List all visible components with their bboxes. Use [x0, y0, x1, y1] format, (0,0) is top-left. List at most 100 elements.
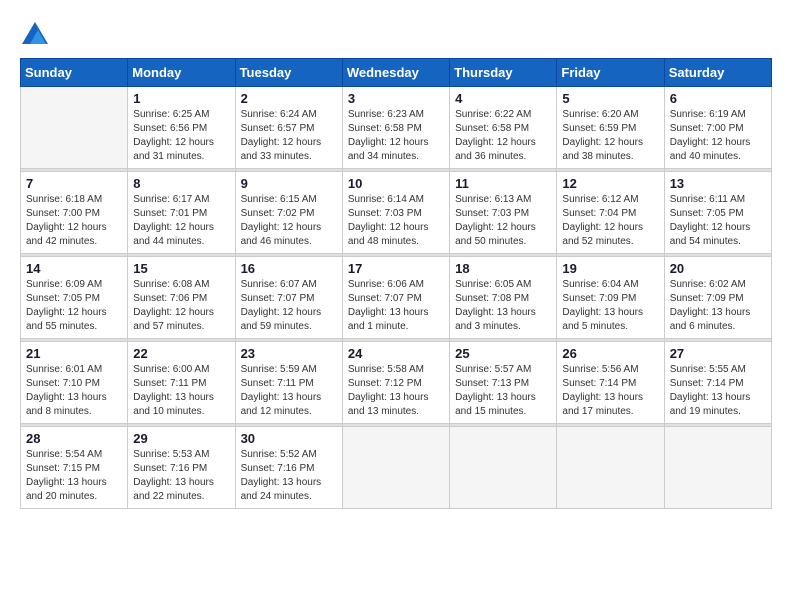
day-number: 18 — [455, 261, 551, 276]
day-info: Sunrise: 6:15 AMSunset: 7:02 PMDaylight:… — [241, 193, 337, 249]
day-info: Sunrise: 5:53 AMSunset: 7:16 PMDaylight:… — [133, 448, 229, 504]
day-info: Sunrise: 6:00 AMSunset: 7:11 PMDaylight:… — [133, 363, 229, 419]
weekday-header: Tuesday — [235, 59, 342, 87]
day-info: Sunrise: 6:24 AMSunset: 6:57 PMDaylight:… — [241, 108, 337, 164]
day-number: 21 — [26, 346, 122, 361]
day-number: 7 — [26, 176, 122, 191]
day-number: 24 — [348, 346, 444, 361]
calendar-cell: 10 Sunrise: 6:14 AMSunset: 7:03 PMDayligh… — [342, 172, 449, 254]
calendar-cell — [342, 427, 449, 509]
calendar-cell — [21, 87, 128, 169]
day-number: 25 — [455, 346, 551, 361]
calendar-cell: 23 Sunrise: 5:59 AMSunset: 7:11 PMDayligh… — [235, 342, 342, 424]
day-info: Sunrise: 5:58 AMSunset: 7:12 PMDaylight:… — [348, 363, 444, 419]
calendar-cell: 22 Sunrise: 6:00 AMSunset: 7:11 PMDayligh… — [128, 342, 235, 424]
calendar-cell: 1 Sunrise: 6:25 AMSunset: 6:56 PMDaylight… — [128, 87, 235, 169]
calendar-cell: 26 Sunrise: 5:56 AMSunset: 7:14 PMDayligh… — [557, 342, 664, 424]
day-info: Sunrise: 5:59 AMSunset: 7:11 PMDaylight:… — [241, 363, 337, 419]
day-number: 23 — [241, 346, 337, 361]
calendar-cell — [450, 427, 557, 509]
day-info: Sunrise: 6:06 AMSunset: 7:07 PMDaylight:… — [348, 278, 444, 334]
weekday-header: Saturday — [664, 59, 771, 87]
day-info: Sunrise: 6:11 AMSunset: 7:05 PMDaylight:… — [670, 193, 766, 249]
calendar-cell: 14 Sunrise: 6:09 AMSunset: 7:05 PMDayligh… — [21, 257, 128, 339]
day-info: Sunrise: 6:20 AMSunset: 6:59 PMDaylight:… — [562, 108, 658, 164]
day-number: 8 — [133, 176, 229, 191]
calendar-cell: 25 Sunrise: 5:57 AMSunset: 7:13 PMDayligh… — [450, 342, 557, 424]
weekday-header: Wednesday — [342, 59, 449, 87]
day-number: 14 — [26, 261, 122, 276]
day-number: 30 — [241, 431, 337, 446]
day-number: 10 — [348, 176, 444, 191]
day-info: Sunrise: 5:52 AMSunset: 7:16 PMDaylight:… — [241, 448, 337, 504]
day-number: 27 — [670, 346, 766, 361]
day-info: Sunrise: 6:19 AMSunset: 7:00 PMDaylight:… — [670, 108, 766, 164]
calendar-cell — [664, 427, 771, 509]
calendar-cell: 21 Sunrise: 6:01 AMSunset: 7:10 PMDayligh… — [21, 342, 128, 424]
calendar-cell: 17 Sunrise: 6:06 AMSunset: 7:07 PMDayligh… — [342, 257, 449, 339]
header — [20, 20, 772, 50]
calendar-cell: 11 Sunrise: 6:13 AMSunset: 7:03 PMDayligh… — [450, 172, 557, 254]
day-number: 19 — [562, 261, 658, 276]
calendar-cell: 24 Sunrise: 5:58 AMSunset: 7:12 PMDayligh… — [342, 342, 449, 424]
day-info: Sunrise: 6:25 AMSunset: 6:56 PMDaylight:… — [133, 108, 229, 164]
day-info: Sunrise: 6:13 AMSunset: 7:03 PMDaylight:… — [455, 193, 551, 249]
calendar-week-row: 1 Sunrise: 6:25 AMSunset: 6:56 PMDaylight… — [21, 87, 772, 169]
day-info: Sunrise: 6:04 AMSunset: 7:09 PMDaylight:… — [562, 278, 658, 334]
calendar-cell: 7 Sunrise: 6:18 AMSunset: 7:00 PMDaylight… — [21, 172, 128, 254]
calendar-week-row: 7 Sunrise: 6:18 AMSunset: 7:00 PMDaylight… — [21, 172, 772, 254]
weekday-header: Monday — [128, 59, 235, 87]
day-number: 29 — [133, 431, 229, 446]
day-number: 26 — [562, 346, 658, 361]
day-number: 17 — [348, 261, 444, 276]
calendar-week-row: 14 Sunrise: 6:09 AMSunset: 7:05 PMDayligh… — [21, 257, 772, 339]
day-number: 1 — [133, 91, 229, 106]
calendar-header-row: SundayMondayTuesdayWednesdayThursdayFrid… — [21, 59, 772, 87]
calendar-cell: 4 Sunrise: 6:22 AMSunset: 6:58 PMDaylight… — [450, 87, 557, 169]
day-number: 13 — [670, 176, 766, 191]
day-number: 28 — [26, 431, 122, 446]
calendar-cell: 8 Sunrise: 6:17 AMSunset: 7:01 PMDaylight… — [128, 172, 235, 254]
day-number: 16 — [241, 261, 337, 276]
day-info: Sunrise: 6:08 AMSunset: 7:06 PMDaylight:… — [133, 278, 229, 334]
calendar-cell: 3 Sunrise: 6:23 AMSunset: 6:58 PMDaylight… — [342, 87, 449, 169]
day-number: 5 — [562, 91, 658, 106]
calendar-cell: 12Sunrise: 6:12 AMSunset: 7:04 PMDayligh… — [557, 172, 664, 254]
calendar-cell: 2 Sunrise: 6:24 AMSunset: 6:57 PMDaylight… — [235, 87, 342, 169]
day-number: 3 — [348, 91, 444, 106]
day-info: Sunrise: 6:07 AMSunset: 7:07 PMDaylight:… — [241, 278, 337, 334]
logo — [20, 20, 54, 50]
day-info: Sunrise: 6:14 AMSunset: 7:03 PMDaylight:… — [348, 193, 444, 249]
calendar-cell: 16 Sunrise: 6:07 AMSunset: 7:07 PMDayligh… — [235, 257, 342, 339]
calendar-cell: 5 Sunrise: 6:20 AMSunset: 6:59 PMDaylight… — [557, 87, 664, 169]
calendar-cell: 27 Sunrise: 5:55 AMSunset: 7:14 PMDayligh… — [664, 342, 771, 424]
weekday-header: Sunday — [21, 59, 128, 87]
calendar-week-row: 21 Sunrise: 6:01 AMSunset: 7:10 PMDayligh… — [21, 342, 772, 424]
day-info: Sunrise: 6:23 AMSunset: 6:58 PMDaylight:… — [348, 108, 444, 164]
calendar-cell: 20Sunrise: 6:02 AMSunset: 7:09 PMDayligh… — [664, 257, 771, 339]
calendar-week-row: 28 Sunrise: 5:54 AMSunset: 7:15 PMDayligh… — [21, 427, 772, 509]
day-number: 4 — [455, 91, 551, 106]
day-info: Sunrise: 5:57 AMSunset: 7:13 PMDaylight:… — [455, 363, 551, 419]
day-info: Sunrise: 6:12 AMSunset: 7:04 PMDaylight:… — [562, 193, 658, 249]
day-info: Sunrise: 6:05 AMSunset: 7:08 PMDaylight:… — [455, 278, 551, 334]
day-info: Sunrise: 6:01 AMSunset: 7:10 PMDaylight:… — [26, 363, 122, 419]
day-info: Sunrise: 6:17 AMSunset: 7:01 PMDaylight:… — [133, 193, 229, 249]
calendar-cell: 15 Sunrise: 6:08 AMSunset: 7:06 PMDayligh… — [128, 257, 235, 339]
day-number: 2 — [241, 91, 337, 106]
calendar-cell: 6 Sunrise: 6:19 AMSunset: 7:00 PMDaylight… — [664, 87, 771, 169]
weekday-header: Friday — [557, 59, 664, 87]
day-number: 20 — [670, 261, 766, 276]
day-number: 11 — [455, 176, 551, 191]
day-info: Sunrise: 5:55 AMSunset: 7:14 PMDaylight:… — [670, 363, 766, 419]
day-info: Sunrise: 6:22 AMSunset: 6:58 PMDaylight:… — [455, 108, 551, 164]
day-number: 22 — [133, 346, 229, 361]
day-number: 6 — [670, 91, 766, 106]
day-info: Sunrise: 5:54 AMSunset: 7:15 PMDaylight:… — [26, 448, 122, 504]
calendar-cell: 13 Sunrise: 6:11 AMSunset: 7:05 PMDayligh… — [664, 172, 771, 254]
calendar-table: SundayMondayTuesdayWednesdayThursdayFrid… — [20, 58, 772, 509]
day-number: 15 — [133, 261, 229, 276]
day-info: Sunrise: 5:56 AMSunset: 7:14 PMDaylight:… — [562, 363, 658, 419]
day-info: Sunrise: 6:18 AMSunset: 7:00 PMDaylight:… — [26, 193, 122, 249]
day-info: Sunrise: 6:09 AMSunset: 7:05 PMDaylight:… — [26, 278, 122, 334]
